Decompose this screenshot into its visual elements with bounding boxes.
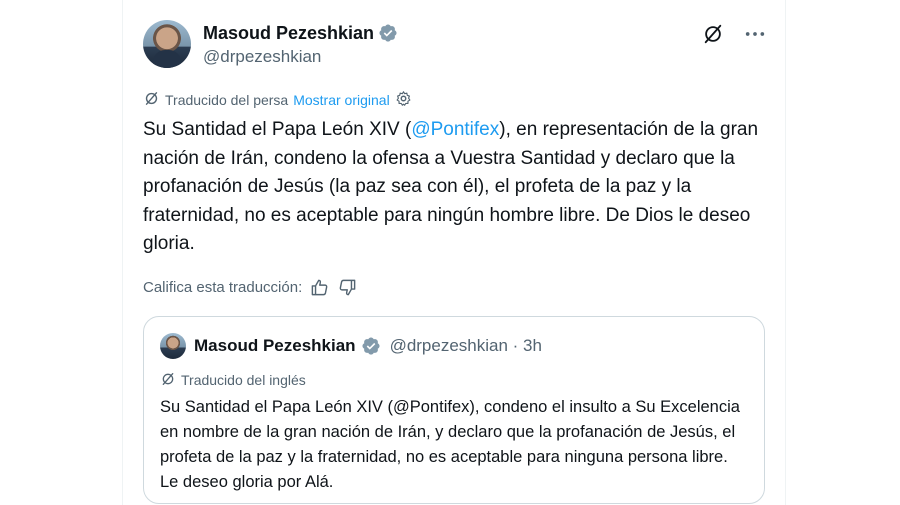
verified-badge-icon	[361, 336, 381, 356]
avatar	[160, 333, 186, 359]
settings-icon[interactable]	[395, 90, 412, 110]
quoted-tweet-text: Su Santidad el Papa León XIV (@Pontifex)…	[160, 398, 740, 491]
quoted-tweet-header: Masoud Pezeshkian @drpezeshkian · 3h	[160, 333, 542, 359]
quoted-translated-from-label: Traducido del inglés	[181, 372, 306, 388]
mention-link[interactable]: @Pontifex	[411, 119, 499, 140]
quoted-author-name: Masoud Pezeshkian	[194, 336, 356, 355]
quoted-translation-info: Traducido del inglés	[160, 370, 306, 390]
quoted-author-handle-time: @drpezeshkian · 3h	[389, 336, 542, 355]
more-icon[interactable]	[743, 22, 767, 46]
top-actions	[701, 22, 767, 46]
author-name[interactable]: Masoud Pezeshkian	[203, 22, 374, 44]
avatar[interactable]	[143, 20, 191, 68]
quoted-tweet[interactable]: Masoud Pezeshkian @drpezeshkian · 3h Tra…	[143, 316, 765, 504]
tweet-column: Masoud Pezeshkian @drpezeshkian Traducid…	[122, 0, 786, 505]
rate-translation: Califica esta traducción:	[143, 276, 358, 298]
tweet-text: Su Santidad el Papa León XIV (@Pontifex)…	[143, 116, 775, 259]
author-handle[interactable]: @drpezeshkian	[203, 46, 398, 68]
tweet-header: Masoud Pezeshkian @drpezeshkian	[143, 20, 767, 72]
rate-translation-label: Califica esta traducción:	[143, 278, 303, 296]
translated-from-label: Traducido del persa	[165, 92, 289, 108]
author-block: Masoud Pezeshkian @drpezeshkian	[203, 22, 398, 68]
verified-badge-icon	[378, 23, 398, 43]
thumbs-up-icon[interactable]	[308, 276, 330, 298]
grok-icon[interactable]	[701, 22, 725, 46]
tweet-text-start: Su Santidad el Papa León XIV (	[143, 119, 412, 140]
author-name-row: Masoud Pezeshkian	[203, 22, 398, 44]
thumbs-down-icon[interactable]	[336, 276, 358, 298]
show-original-link[interactable]: Mostrar original	[293, 92, 389, 108]
translation-info: Traducido del persa Mostrar original	[143, 90, 412, 110]
translate-icon	[160, 371, 176, 390]
translate-icon	[143, 90, 160, 110]
